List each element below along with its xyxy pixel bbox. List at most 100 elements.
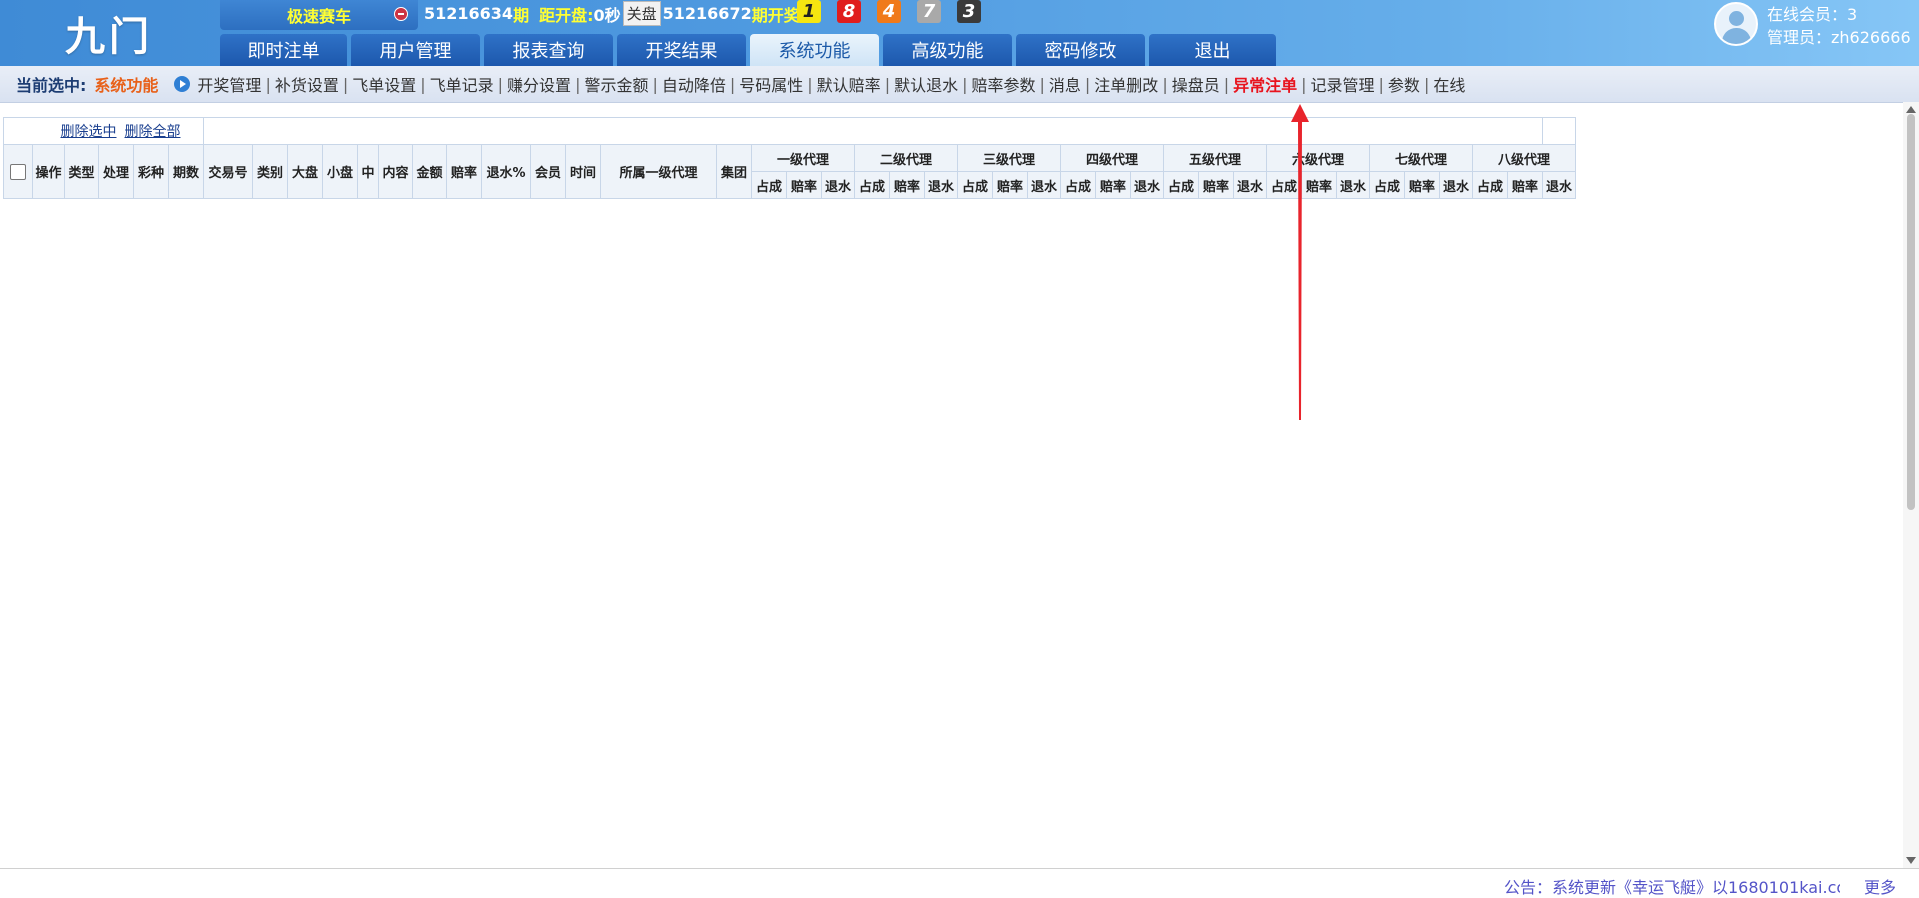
- select-all-checkbox[interactable]: [10, 163, 26, 180]
- sub-menu-item[interactable]: 记录管理: [1309, 72, 1377, 96]
- agent-level-header: 五级代理: [1163, 144, 1267, 172]
- sub-menu-item[interactable]: 号码属性: [737, 72, 805, 96]
- agent-subcolumn-header: 赔率: [1198, 171, 1234, 199]
- sub-menu-item[interactable]: 注单删改: [1092, 72, 1160, 96]
- sub-menu-item[interactable]: 补货设置: [273, 72, 341, 96]
- menu-separator: |: [1301, 74, 1307, 94]
- stop-icon[interactable]: [394, 7, 408, 21]
- menu-separator: |: [652, 74, 658, 94]
- main-nav: 即时注单 用户管理 报表查询 开奖结果 系统功能 高级功能 密码修改 退出: [220, 34, 1280, 66]
- column-header: 大盘: [287, 144, 323, 199]
- agent-subcolumn-header: 退水: [821, 171, 855, 199]
- sub-menu-item[interactable]: 参数: [1386, 72, 1422, 96]
- countdown-value: 0秒: [593, 5, 621, 25]
- column-header: 内容: [378, 144, 413, 199]
- scroll-up-icon[interactable]: [1906, 106, 1916, 113]
- draw-ball: 3: [957, 0, 981, 23]
- annotation-arrow-icon: [1291, 104, 1309, 420]
- sub-menu-item[interactable]: 开奖管理: [195, 72, 263, 96]
- sub-menu-item[interactable]: 默认退水: [892, 72, 960, 96]
- column-header: 交易号: [203, 144, 253, 199]
- column-header: 会员: [530, 144, 566, 199]
- game-selector[interactable]: 极速赛车: [220, 0, 418, 30]
- top-header: 九门 极速赛车 51216634 期 距开盘: 0秒 关盘 51216672 期…: [0, 0, 1919, 66]
- column-header: 操作: [32, 144, 65, 199]
- sub-menu-item[interactable]: 操盘员: [1170, 72, 1222, 96]
- agent-level-header: 八级代理: [1472, 144, 1576, 172]
- menu-separator: |: [1223, 74, 1230, 94]
- nav-tab-3[interactable]: 报表查询: [484, 34, 613, 66]
- sub-menu-item[interactable]: 默认赔率: [815, 72, 883, 96]
- agent-subcolumn-header: 占成: [1369, 171, 1405, 199]
- current-selection-value: 系统功能: [94, 76, 159, 95]
- sub-menu-item[interactable]: 赔率参数: [969, 72, 1037, 96]
- scrollbar-thumb[interactable]: [1907, 114, 1915, 510]
- scroll-down-icon[interactable]: [1906, 857, 1916, 864]
- agent-subcolumn-header: 退水: [1542, 171, 1576, 199]
- menu-separator: |: [807, 74, 813, 94]
- agent-subcolumn-header: 占成: [957, 171, 993, 199]
- menu-separator: |: [1378, 74, 1384, 94]
- agent-subcolumn-header: 赔率: [889, 171, 925, 199]
- agent-level-header: 四级代理: [1060, 144, 1164, 172]
- agent-subcolumn-header: 赔率: [786, 171, 822, 199]
- nav-tab-5[interactable]: 系统功能: [750, 34, 879, 66]
- sub-menu-item[interactable]: 警示金额: [582, 72, 650, 96]
- column-header: 彩种: [133, 144, 169, 199]
- agent-subcolumn-header: 赔率: [992, 171, 1028, 199]
- sub-menu-item[interactable]: 飞单设置: [350, 72, 418, 96]
- menu-separator: |: [342, 74, 349, 94]
- delete-selected-link[interactable]: 删除选中: [61, 124, 117, 140]
- nav-tab-8[interactable]: 退出: [1149, 34, 1276, 66]
- menu-separator: |: [1039, 74, 1045, 94]
- agent-subcolumn-header: 赔率: [1507, 171, 1543, 199]
- menu-separator: |: [1423, 74, 1430, 94]
- menu-separator: |: [497, 74, 504, 94]
- column-header: 时间: [565, 144, 601, 199]
- menu-separator: |: [962, 74, 968, 94]
- delete-all-link[interactable]: 删除全部: [125, 124, 181, 140]
- menu-separator: |: [1162, 74, 1168, 94]
- records-table-wrap: 删除选中 删除全部 操作 类型 处理 彩种 期数 交易号 类别 大盘 小盘中内容 金额 赔率 退水% 会员时…: [3, 117, 1576, 199]
- column-header: 集团: [716, 144, 752, 199]
- agent-subcolumn-header: 占成: [1060, 171, 1096, 199]
- nav-tab-2[interactable]: 用户管理: [351, 34, 480, 66]
- vertical-scrollbar[interactable]: [1903, 102, 1919, 868]
- column-header: 小盘: [322, 144, 358, 199]
- nav-tab-6[interactable]: 高级功能: [883, 34, 1012, 66]
- user-avatar-icon: [1714, 2, 1758, 46]
- period-suffix: 期: [513, 5, 530, 25]
- agent-subcolumn-header: 赔率: [1095, 171, 1131, 199]
- sub-menu-item[interactable]: 在线: [1431, 72, 1467, 96]
- menu-separator: |: [265, 74, 271, 94]
- agent-subcolumn-header: 占成: [1163, 171, 1199, 199]
- draw-ball: 1: [797, 0, 821, 23]
- sub-menu-item[interactable]: 自动降倍: [660, 72, 728, 96]
- sub-menu-item[interactable]: 飞单记录: [428, 72, 496, 96]
- agent-subcolumn-header: 退水: [924, 171, 958, 199]
- notice-text[interactable]: 公告：系统更新《幸运飞艇》以1680101kai.com: [1504, 874, 1840, 898]
- close-market-button[interactable]: 关盘: [622, 1, 661, 26]
- column-header: 赔率: [446, 144, 482, 199]
- nav-tab-1[interactable]: 即时注单: [220, 34, 347, 66]
- sub-menu-item[interactable]: 赚分设置: [505, 72, 573, 96]
- footer-bar: 公告：系统更新《幸运飞艇》以1680101kai.com 更多: [0, 868, 1919, 897]
- column-header: 处理: [98, 144, 134, 199]
- admin-name: 管理员：zh626666: [1767, 28, 1911, 47]
- agent-subcolumn-header: 退水: [1439, 171, 1473, 199]
- menu-separator: |: [884, 74, 891, 94]
- nav-tab-4[interactable]: 开奖结果: [617, 34, 746, 66]
- sub-menu-item[interactable]: 异常注单: [1231, 72, 1299, 96]
- current-period: 51216634: [424, 4, 514, 23]
- column-header: 金额: [412, 144, 447, 199]
- nav-tab-7[interactable]: 密码修改: [1016, 34, 1145, 66]
- agent-level-header: 三级代理: [957, 144, 1061, 172]
- draw-result-balls: 18473: [797, 0, 981, 23]
- agent-subcolumn-header: 占成: [1472, 171, 1508, 199]
- more-link[interactable]: 更多: [1864, 874, 1896, 898]
- column-header: 退水%: [481, 144, 531, 199]
- agent-level-header: 六级代理: [1266, 144, 1370, 172]
- agent-subcolumn-header: 占成: [751, 171, 787, 199]
- sub-menu-item[interactable]: 消息: [1047, 72, 1083, 96]
- menu-separator: |: [729, 74, 736, 94]
